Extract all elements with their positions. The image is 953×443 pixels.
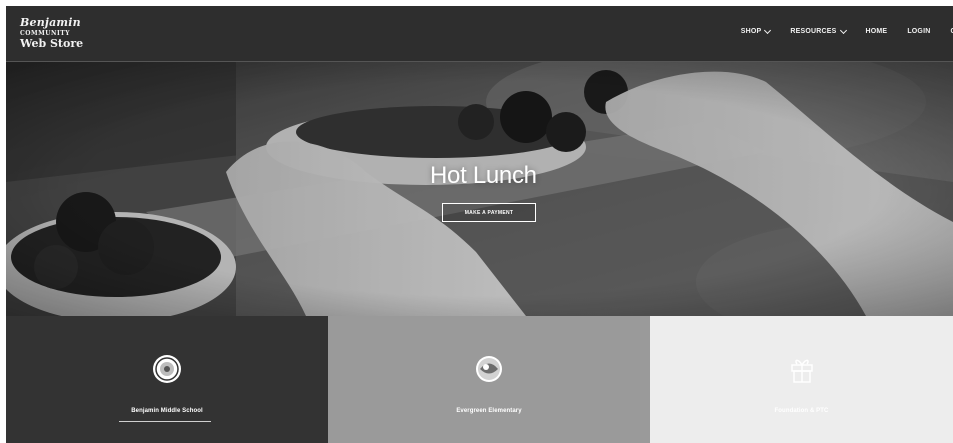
- card-label: Evergreen Elementary: [456, 408, 522, 414]
- chevron-down-icon: [764, 26, 772, 34]
- main-nav: SHOP RESOURCES HOME LOGIN CA: [721, 26, 953, 35]
- nav-resources[interactable]: RESOURCES: [790, 26, 847, 35]
- hero-title: Hot Lunch: [430, 162, 537, 189]
- nav-resources-label: RESOURCES: [790, 28, 837, 35]
- hero-banner: Hot Lunch MAKE A PAYMENT: [6, 62, 953, 316]
- browser-viewport: Benjamin COMMUNITY Web Store SHOP RESOUR…: [6, 6, 953, 443]
- logo-line-3: Web Store: [20, 37, 84, 50]
- nav-login[interactable]: LOGIN: [907, 28, 930, 35]
- card-label: Foundation & PTC: [774, 408, 829, 414]
- site-logo[interactable]: Benjamin COMMUNITY Web Store: [20, 16, 83, 49]
- chevron-down-icon: [839, 26, 847, 34]
- card-underline: [119, 421, 211, 422]
- site-header: Benjamin COMMUNITY Web Store SHOP RESOUR…: [6, 6, 953, 62]
- nav-home-label: HOME: [865, 28, 888, 35]
- nav-shop[interactable]: SHOP: [740, 26, 772, 35]
- card-evergreen-elementary[interactable]: Evergreen Elementary: [328, 316, 650, 443]
- nav-home[interactable]: HOME: [866, 28, 888, 35]
- globe-seal-icon: [474, 354, 504, 389]
- card-label: Benjamin Middle School: [131, 408, 203, 414]
- gift-icon: [787, 354, 817, 389]
- card-benjamin-middle-school[interactable]: Benjamin Middle School: [6, 316, 328, 443]
- nav-login-label: LOGIN: [907, 28, 931, 35]
- school-cards: Benjamin Middle School Evergreen Element…: [6, 316, 953, 443]
- card-foundation-ptc[interactable]: Foundation & PTC: [650, 316, 953, 443]
- logo-line-1: Benjamin: [20, 16, 81, 29]
- nav-shop-label: SHOP: [740, 28, 762, 35]
- school-seal-icon: [152, 354, 182, 389]
- make-payment-button[interactable]: MAKE A PAYMENT: [442, 203, 536, 222]
